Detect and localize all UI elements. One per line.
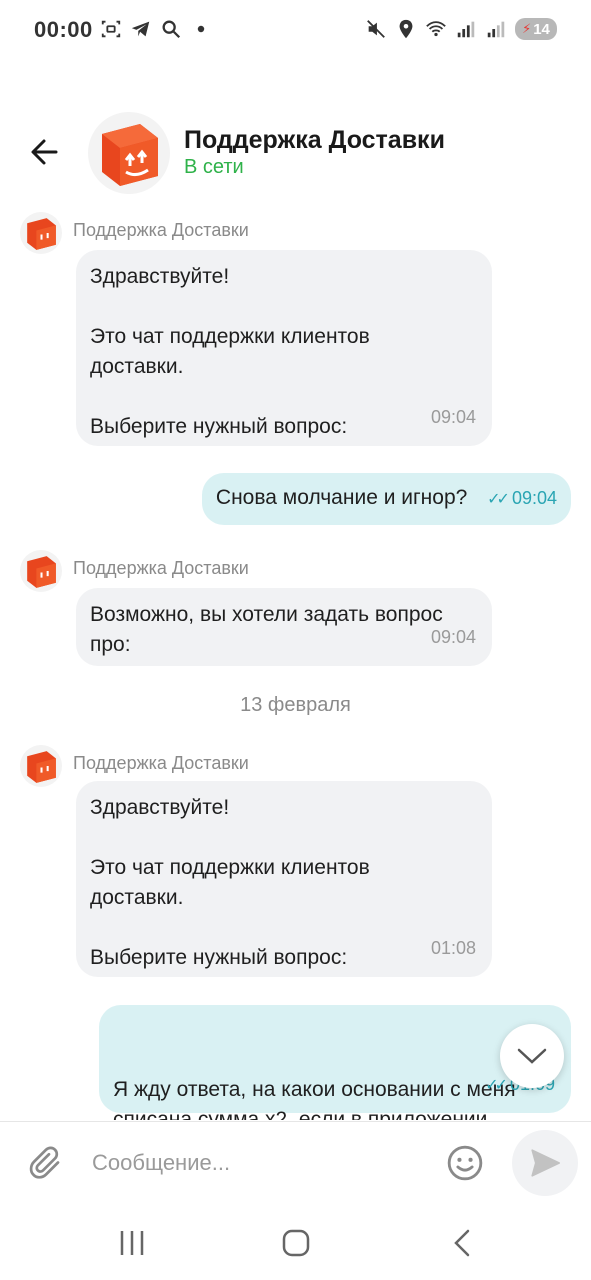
message-time: 09:04 [430,627,476,647]
delivery-box-logo-icon [27,751,56,783]
chat-header: Поддержка Доставки В сети [0,110,591,198]
send-icon [531,1149,561,1177]
delivery-box-logo-icon [27,218,56,250]
home-button[interactable] [276,1223,316,1263]
sender-name: Поддержка Доставки [73,220,249,240]
status-time: 00:00 [34,17,93,42]
signal-icon [487,21,505,38]
message-time: 01:08 [430,938,476,958]
battery-indicator: ⚡ 14 [515,18,557,40]
back-arrow-icon[interactable] [26,132,66,172]
emoji-icon[interactable] [446,1144,484,1182]
dot-icon [197,25,205,33]
message-time: 09:04 [511,488,557,508]
screenshot-icon [101,20,121,38]
search-icon [162,20,181,39]
online-status: В сети [184,156,244,178]
delivery-box-logo-icon [102,124,158,186]
read-checks-icon: ✓✓ [485,1077,508,1094]
recent-apps-button[interactable] [112,1223,152,1263]
message-text: Здравствуйте! Это чат поддержки клиентов… [90,265,370,438]
wifi-icon [426,21,446,37]
home-icon [282,1229,310,1257]
message-text: Снова молчание и игнор? [215,486,468,509]
message-input[interactable] [92,1146,432,1180]
location-icon [399,19,413,39]
recent-apps-icon [120,1231,144,1255]
mute-icon [367,20,385,38]
sender-avatar [20,745,62,787]
date-separator: 13 февраля [240,694,351,716]
sender-avatar [20,212,62,254]
message-list[interactable]: Поддержка Доставки Здравствуйте! Это чат… [0,200,591,1120]
back-button[interactable] [442,1223,482,1263]
message-time: 09:04 [430,407,476,427]
telegram-icon [131,21,150,37]
delivery-box-logo-icon [27,556,56,588]
outgoing-message-bubble[interactable]: Снова молчание и игнор? ✓✓ 09:04 [201,473,571,525]
sender-avatar [20,550,62,592]
send-button[interactable] [512,1130,578,1196]
paperclip-icon[interactable] [28,1144,64,1184]
contact-name[interactable]: Поддержка Доставки [184,126,445,155]
message-bubble[interactable]: Здравствуйте! Это чат поддержки клиентов… [76,250,492,446]
sender-name: Поддержка Доставки [73,558,249,578]
contact-avatar[interactable] [88,112,170,194]
message-bubble[interactable]: Возможно, вы хотели задать вопрос про: 0… [76,588,492,666]
chevron-down-icon [517,1048,547,1064]
sender-name: Поддержка Доставки [73,753,249,773]
read-checks-icon: ✓✓ [487,491,510,508]
message-text: Возможно, вы хотели задать вопрос про: [90,603,443,656]
system-navigation-bar [0,1203,591,1280]
message-composer [0,1121,591,1203]
message-text: Здравствуйте! Это чат поддержки клиентов… [90,796,370,969]
status-bar: 00:00 ⚡ 14 [0,0,591,62]
back-chevron-icon [454,1229,470,1257]
signal-icon [457,21,475,38]
message-bubble[interactable]: Здравствуйте! Это чат поддержки клиентов… [76,781,492,977]
scroll-to-bottom-button[interactable] [500,1024,564,1088]
